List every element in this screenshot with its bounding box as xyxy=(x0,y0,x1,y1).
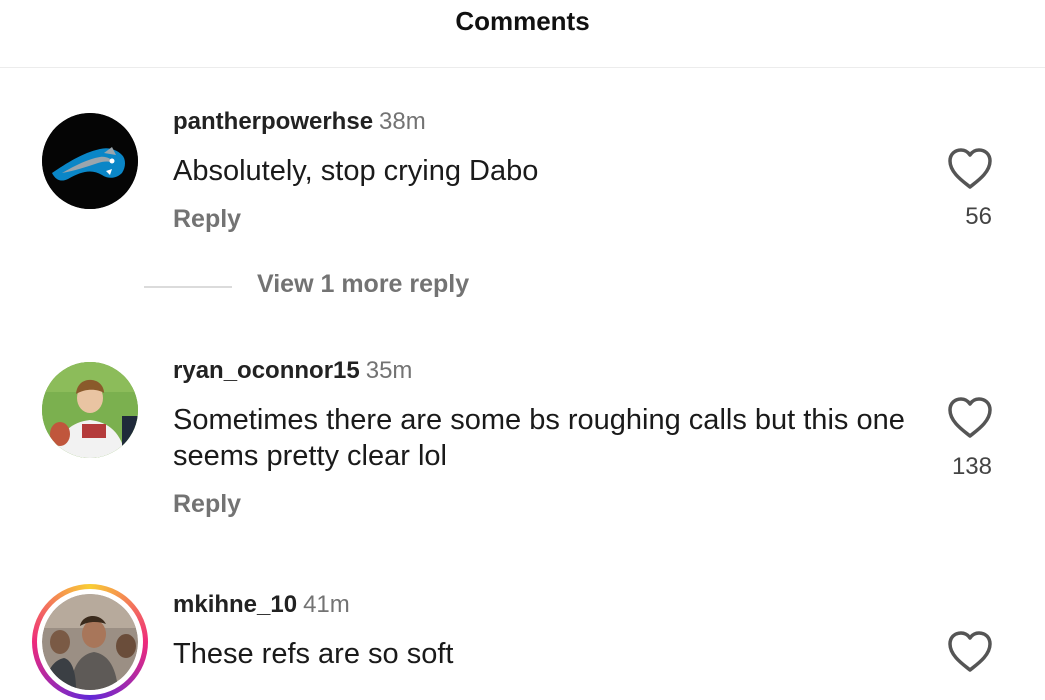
avatar[interactable] xyxy=(42,113,138,209)
heart-icon xyxy=(948,148,992,189)
username[interactable]: mkihne_10 xyxy=(173,591,297,618)
like-count: 56 xyxy=(965,203,992,230)
comment-meta: pantherpowerhse 38m xyxy=(173,108,426,136)
comment-meta: ryan_oconnor15 35m xyxy=(173,357,412,385)
comment-text: Sometimes there are some bs roughing cal… xyxy=(173,404,905,472)
avatar[interactable] xyxy=(42,362,138,458)
page-title: Comments xyxy=(455,6,590,36)
like-button[interactable] xyxy=(946,147,994,191)
profile-photo-icon xyxy=(42,362,138,458)
avatar-story-ring[interactable] xyxy=(32,584,148,700)
profile-photo-icon xyxy=(42,594,138,690)
view-more-replies-label[interactable]: View 1 more reply xyxy=(257,270,469,299)
like-button[interactable] xyxy=(946,396,994,440)
reply-button[interactable]: Reply xyxy=(173,205,241,234)
heart-icon xyxy=(948,397,992,438)
timestamp: 35m xyxy=(365,357,413,384)
heart-icon xyxy=(948,631,992,672)
like-count: 138 xyxy=(951,453,992,480)
like-button[interactable] xyxy=(946,630,994,674)
username[interactable]: ryan_oconnor15 xyxy=(173,357,360,384)
comment-text: Absolutely, stop crying Dabo xyxy=(173,155,539,187)
comments-header: Comments xyxy=(0,0,1045,68)
comment-text: These refs are so soft xyxy=(173,638,454,670)
comment-meta: mkihne_10 41m xyxy=(173,591,350,619)
username[interactable]: pantherpowerhse xyxy=(173,108,373,135)
panther-logo-icon xyxy=(42,113,138,209)
timestamp: 38m xyxy=(379,108,426,135)
avatar xyxy=(37,589,143,695)
timestamp: 41m xyxy=(303,591,350,618)
reply-divider xyxy=(144,286,232,288)
reply-button[interactable]: Reply xyxy=(173,490,241,519)
